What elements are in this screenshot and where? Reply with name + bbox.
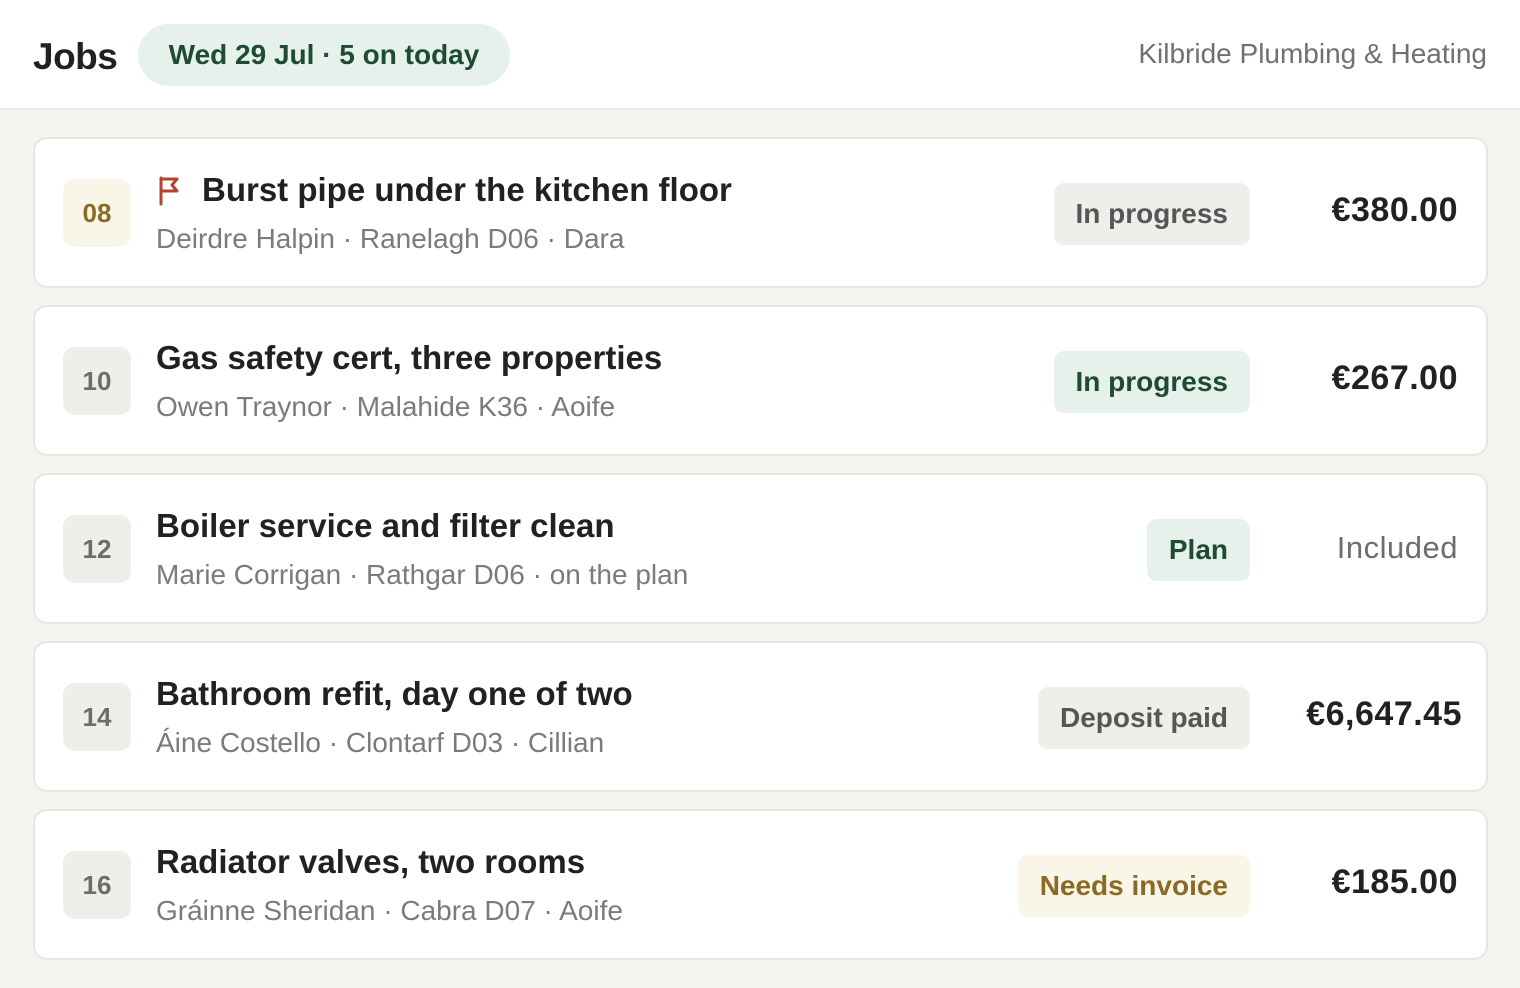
flag-icon [156,174,182,206]
top-bar: Jobs Wed 29 Jul · 5 on today Kilbride Pl… [0,0,1520,110]
company-name: Kilbride Plumbing & Heating [1138,38,1487,69]
job-amount: €6,647.45 [1306,695,1462,733]
job-card[interactable]: 10 Gas safety cert, three properties Owe… [33,305,1488,456]
job-card[interactable]: 08 Burst pipe under the kitchen floor De… [33,137,1488,288]
status-badge: In progress [1053,183,1250,245]
job-list: 08 Burst pipe under the kitchen floor De… [33,137,1488,977]
job-title: Bathroom refit, day one of two [156,675,633,712]
job-title-row: Burst pipe under the kitchen floor [156,171,732,209]
job-meta: Áine Costello · Clontarf D03 · Cillian [156,727,605,758]
job-amount: €380.00 [1331,191,1458,229]
date-summary-pill[interactable]: Wed 29 Jul · 5 on today [138,24,510,86]
job-title-row: Boiler service and filter clean [156,507,615,545]
time-badge: 16 [63,851,131,919]
time-badge: 12 [63,515,131,583]
job-title-row: Gas safety cert, three properties [156,339,662,377]
time-badge: 14 [63,683,131,751]
job-title: Gas safety cert, three properties [156,339,663,376]
status-badge: Deposit paid [1037,687,1250,749]
status-badge: Needs invoice [1017,855,1250,917]
job-amount: €185.00 [1331,863,1458,901]
job-card[interactable]: 12 Boiler service and filter clean Marie… [33,473,1488,624]
job-title: Burst pipe under the kitchen floor [202,171,732,208]
job-title-row: Radiator valves, two rooms [156,843,585,881]
time-badge: 08 [63,179,131,247]
job-meta: Marie Corrigan · Rathgar D06 · on the pl… [156,559,689,590]
page-title: Jobs [33,36,118,77]
job-title: Radiator valves, two rooms [156,843,586,880]
status-badge: In progress [1053,351,1250,413]
time-badge: 10 [63,347,131,415]
job-meta: Owen Traynor · Malahide K36 · Aoife [156,391,616,422]
job-amount: Included [1336,530,1458,565]
job-title: Boiler service and filter clean [156,507,615,544]
status-badge: Plan [1146,519,1250,581]
job-title-row: Bathroom refit, day one of two [156,675,633,713]
job-meta: Gráinne Sheridan · Cabra D07 · Aoife [156,895,623,926]
job-amount: €267.00 [1331,359,1458,397]
job-card[interactable]: 14 Bathroom refit, day one of two Áine C… [33,641,1488,792]
job-meta: Deirdre Halpin · Ranelagh D06 · Dara [156,223,625,254]
job-card[interactable]: 16 Radiator valves, two rooms Gráinne Sh… [33,809,1488,960]
